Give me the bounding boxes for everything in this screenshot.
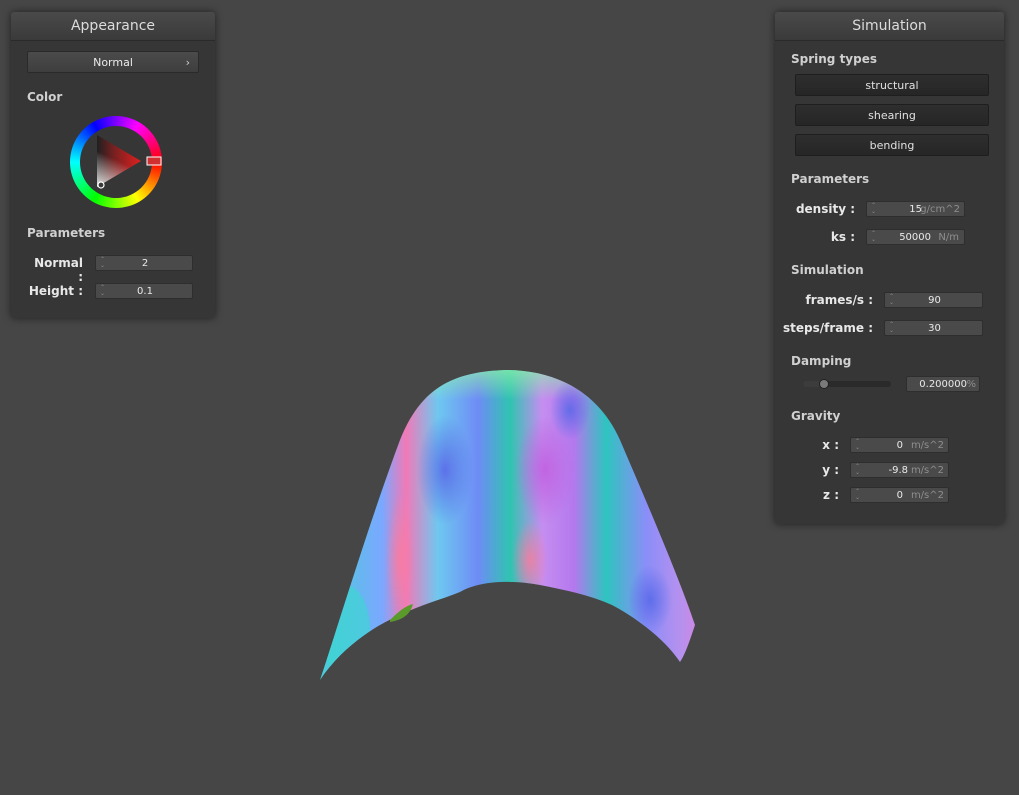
gravity-y-label: y : [822,463,839,477]
normal-label: Normal : [34,256,83,284]
steps-label: steps/frame : [783,321,873,335]
simulation-panel: Simulation Spring types structural shear… [775,12,1004,524]
ks-label: ks : [830,230,855,244]
fps-input[interactable]: ⌃ ⌄ 90 [884,292,983,308]
spinner-arrows-icon[interactable]: ⌃ ⌄ [871,203,877,215]
damping-input[interactable]: 0.200000 % [906,376,980,392]
gravity-z-input[interactable]: ⌃ ⌄ 0 m/s^2 [850,487,949,503]
damping-slider[interactable] [803,379,891,389]
hue-marker [146,156,162,166]
gravity-z-label: z : [823,488,839,502]
sim-parameters-label: Parameters [791,172,870,186]
simulation-title: Simulation [775,12,1004,41]
gravity-x-label: x : [822,438,839,452]
structural-button[interactable]: structural [795,74,989,96]
chevron-right-icon: › [185,56,190,69]
density-label: density : [795,202,855,216]
shearing-button[interactable]: shearing [795,104,989,126]
density-input[interactable]: ⌃ ⌄ 15 g/cm^2 [866,201,965,217]
steps-input[interactable]: ⌃ ⌄ 30 [884,320,983,336]
damping-slider-knob[interactable] [818,379,829,389]
color-picker-handle [97,181,105,189]
color-wheel[interactable] [68,114,164,210]
spinner-arrows-icon[interactable]: ⌃ ⌄ [855,489,861,501]
shader-dropdown[interactable]: Normal › [27,51,199,73]
appearance-title: Appearance [11,12,215,41]
ks-input[interactable]: ⌃ ⌄ 50000 N/m [866,229,965,245]
height-label: Height : [28,284,83,298]
height-input[interactable]: ⌃ ⌄ 0.1 [95,283,193,299]
damping-label: Damping [791,354,852,368]
shader-selected: Normal [93,56,133,69]
gravity-label: Gravity [791,409,841,423]
spinner-arrows-icon[interactable]: ⌃ ⌄ [855,439,861,451]
normal-input[interactable]: ⌃ ⌄ 2 [95,255,193,271]
appearance-params-label: Parameters [27,226,106,240]
bending-button[interactable]: bending [795,134,989,156]
gravity-y-input[interactable]: ⌃ ⌄ -9.8 m/s^2 [850,462,949,478]
spring-types-label: Spring types [791,52,878,66]
fps-label: frames/s : [805,293,873,307]
simulation-section-label: Simulation [791,263,864,277]
appearance-panel: Appearance Normal › Color Parameters Nor… [11,12,215,318]
color-label: Color [27,90,63,104]
spinner-arrows-icon[interactable]: ⌃ ⌄ [871,231,877,243]
cloth-mesh [320,370,695,680]
spinner-arrows-icon[interactable]: ⌃ ⌄ [855,464,861,476]
gravity-x-input[interactable]: ⌃ ⌄ 0 m/s^2 [850,437,949,453]
